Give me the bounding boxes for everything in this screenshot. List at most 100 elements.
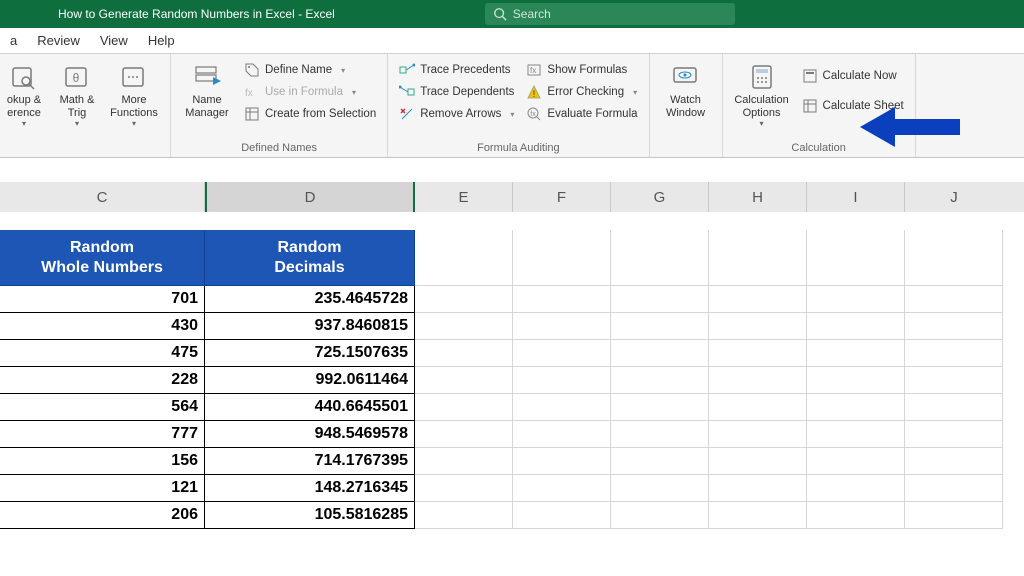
cell-c[interactable]: 777 (0, 421, 205, 448)
cell[interactable] (807, 340, 905, 367)
cell[interactable] (905, 286, 1003, 313)
cell[interactable] (709, 230, 807, 286)
cell[interactable] (415, 367, 513, 394)
cell[interactable] (513, 313, 611, 340)
cell[interactable] (807, 230, 905, 286)
cell-d[interactable]: 235.4645728 (205, 286, 415, 313)
cell[interactable] (905, 421, 1003, 448)
col-D[interactable]: D (205, 182, 415, 212)
cell[interactable] (709, 448, 807, 475)
cell[interactable] (905, 394, 1003, 421)
calculate-now-button[interactable]: Calculate Now (799, 66, 907, 86)
cell[interactable] (513, 421, 611, 448)
cell[interactable] (415, 502, 513, 529)
cell[interactable] (611, 394, 709, 421)
name-manager-button[interactable]: Name Manager (179, 58, 235, 119)
cell[interactable] (905, 230, 1003, 286)
cell[interactable] (415, 421, 513, 448)
trace-precedents-button[interactable]: Trace Precedents (396, 60, 517, 80)
show-formulas-button[interactable]: fxShow Formulas (523, 60, 640, 80)
cell[interactable] (807, 313, 905, 340)
lookup-reference-button[interactable]: okup & erence▾ (0, 58, 48, 128)
col-J[interactable]: J (905, 182, 1003, 212)
cell-c[interactable]: 475 (0, 340, 205, 367)
cell[interactable] (709, 421, 807, 448)
error-checking-button[interactable]: !Error Checking▾ (523, 82, 640, 102)
evaluate-formula-button[interactable]: fxEvaluate Formula (523, 104, 640, 124)
calculation-options-button[interactable]: Calculation Options▾ (731, 58, 793, 128)
cell[interactable] (709, 502, 807, 529)
cell[interactable] (709, 340, 807, 367)
cell[interactable] (415, 340, 513, 367)
cell[interactable] (513, 448, 611, 475)
remove-arrows-button[interactable]: Remove Arrows▾ (396, 104, 517, 124)
col-I[interactable]: I (807, 182, 905, 212)
create-from-selection-button[interactable]: Create from Selection (241, 104, 379, 124)
cell[interactable] (513, 286, 611, 313)
cell[interactable] (415, 313, 513, 340)
watch-window-button[interactable]: Watch Window (658, 58, 714, 119)
cell[interactable] (611, 475, 709, 502)
search-box[interactable]: Search (485, 3, 735, 25)
cell[interactable] (415, 394, 513, 421)
cell[interactable] (905, 340, 1003, 367)
cell[interactable] (513, 230, 611, 286)
col-C[interactable]: C (0, 182, 205, 212)
cell[interactable] (611, 313, 709, 340)
cell-d[interactable]: 992.0611464 (205, 367, 415, 394)
col-G[interactable]: G (611, 182, 709, 212)
tab-help[interactable]: Help (138, 28, 185, 53)
cell[interactable] (415, 286, 513, 313)
cell[interactable] (611, 286, 709, 313)
data-grid[interactable]: Random Whole Numbers Random Decimals 701… (0, 230, 1024, 529)
cell[interactable] (709, 394, 807, 421)
cell[interactable] (415, 230, 513, 286)
cell[interactable] (611, 367, 709, 394)
math-trig-button[interactable]: θ Math & Trig▾ (54, 58, 100, 128)
cell[interactable] (905, 313, 1003, 340)
cell[interactable] (807, 367, 905, 394)
cell-c[interactable]: 206 (0, 502, 205, 529)
cell[interactable] (709, 475, 807, 502)
cell[interactable] (807, 475, 905, 502)
tab-review[interactable]: Review (27, 28, 90, 53)
spreadsheet[interactable]: C D E F G H I J Random Whole Numbers Ran… (0, 158, 1024, 529)
cell-c[interactable]: 228 (0, 367, 205, 394)
cell[interactable] (611, 502, 709, 529)
cell[interactable] (709, 313, 807, 340)
cell-d[interactable]: 105.5816285 (205, 502, 415, 529)
cell-d[interactable]: 714.1767395 (205, 448, 415, 475)
cell[interactable] (611, 230, 709, 286)
tab-data-partial[interactable]: a (0, 28, 27, 53)
cell-d[interactable]: 725.1507635 (205, 340, 415, 367)
col-F[interactable]: F (513, 182, 611, 212)
cell[interactable] (513, 475, 611, 502)
cell[interactable] (611, 421, 709, 448)
cell-d[interactable]: 148.2716345 (205, 475, 415, 502)
cell-c[interactable]: 701 (0, 286, 205, 313)
trace-dependents-button[interactable]: Trace Dependents (396, 82, 517, 102)
cell-c[interactable]: 156 (0, 448, 205, 475)
cell-d[interactable]: 937.8460815 (205, 313, 415, 340)
cell[interactable] (807, 286, 905, 313)
cell[interactable] (611, 340, 709, 367)
cell[interactable] (415, 448, 513, 475)
cell[interactable] (513, 340, 611, 367)
cell[interactable] (905, 448, 1003, 475)
cell-d[interactable]: 440.6645501 (205, 394, 415, 421)
cell[interactable] (709, 367, 807, 394)
col-H[interactable]: H (709, 182, 807, 212)
cell[interactable] (807, 448, 905, 475)
cell[interactable] (513, 394, 611, 421)
cell-c[interactable]: 430 (0, 313, 205, 340)
define-name-button[interactable]: Define Name▾ (241, 60, 379, 80)
cell[interactable] (905, 475, 1003, 502)
cell[interactable] (807, 394, 905, 421)
cell[interactable] (807, 502, 905, 529)
cell[interactable] (513, 502, 611, 529)
cell[interactable] (807, 421, 905, 448)
cell-c[interactable]: 121 (0, 475, 205, 502)
cell[interactable] (513, 367, 611, 394)
col-E[interactable]: E (415, 182, 513, 212)
cell-d[interactable]: 948.5469578 (205, 421, 415, 448)
